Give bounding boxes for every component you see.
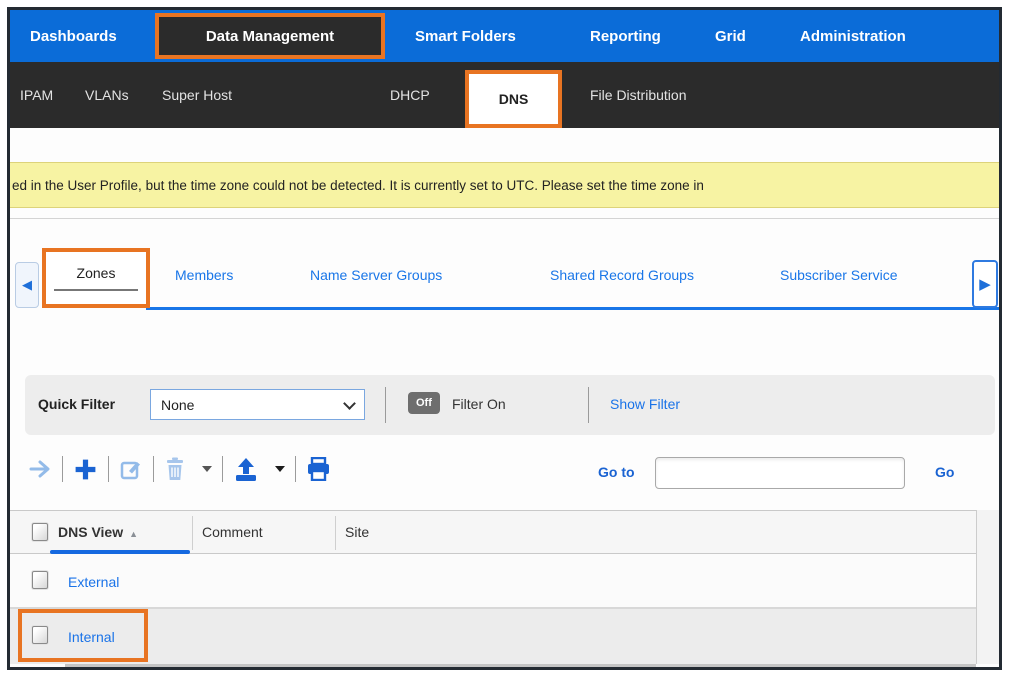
table-row[interactable]: Internal <box>10 609 999 664</box>
nav-dns[interactable]: DNS <box>465 70 562 128</box>
timezone-warning-banner: ed in the User Profile, but the time zon… <box>10 162 999 208</box>
horizontal-scrollbar-thumb[interactable] <box>65 664 976 670</box>
divider <box>192 516 193 550</box>
nav-ipam[interactable]: IPAM <box>20 62 53 128</box>
divider <box>222 456 223 482</box>
print-icon[interactable] <box>306 457 331 481</box>
chevron-right-icon: ▶ <box>979 275 991 293</box>
export-icon[interactable] <box>233 457 259 482</box>
quick-filter-value: None <box>161 397 194 413</box>
select-all-checkbox[interactable] <box>32 523 48 541</box>
delete-icon[interactable] <box>164 457 186 481</box>
filter-toggle-button[interactable]: Off <box>408 392 440 414</box>
divider <box>335 516 336 550</box>
go-button[interactable]: Go <box>935 464 954 480</box>
divider <box>108 456 109 482</box>
toolbar-icons <box>28 456 331 482</box>
nav-dashboards[interactable]: Dashboards <box>30 10 117 62</box>
column-header-label: DNS View <box>58 524 123 540</box>
app-window: Dashboards Data Management Smart Folders… <box>7 7 1002 670</box>
tab-shared-record-groups[interactable]: Shared Record Groups <box>550 267 694 283</box>
chevron-down-icon <box>343 397 356 410</box>
tab-strip-underline <box>146 307 999 310</box>
table-row[interactable]: External <box>10 554 999 609</box>
dns-views-table: DNS View ▲ Comment Site External Internal <box>10 510 999 670</box>
open-arrow-icon[interactable] <box>28 457 52 481</box>
vertical-scrollbar-track[interactable] <box>976 510 999 664</box>
tab-strip: ◀ Zones Members Name Server Groups Share… <box>10 246 999 310</box>
spacer <box>10 218 999 246</box>
sort-ascending-icon: ▲ <box>129 529 138 539</box>
goto-label: Go to <box>598 464 635 480</box>
quick-filter-label: Quick Filter <box>38 396 115 412</box>
spacer <box>10 128 999 162</box>
nav-smart-folders[interactable]: Smart Folders <box>415 10 516 62</box>
banner-text: ed in the User Profile, but the time zon… <box>12 178 704 193</box>
goto-input[interactable] <box>655 457 905 489</box>
horizontal-scrollbar <box>10 664 999 670</box>
nav-reporting[interactable]: Reporting <box>590 10 661 62</box>
primary-nav: Dashboards Data Management Smart Folders… <box>10 10 999 62</box>
divider <box>385 387 386 423</box>
divider <box>153 456 154 482</box>
tab-subscriber-services[interactable]: Subscriber Service <box>780 267 972 283</box>
column-header-comment[interactable]: Comment <box>202 524 263 540</box>
secondary-nav: IPAM VLANs Super Host DHCP DNS File Dist… <box>10 62 999 128</box>
tab-members[interactable]: Members <box>175 267 233 283</box>
delete-dropdown-caret-icon[interactable] <box>202 466 212 472</box>
add-icon[interactable] <box>73 457 98 482</box>
nav-vlans[interactable]: VLANs <box>85 62 129 128</box>
nav-file-distribution[interactable]: File Distribution <box>590 62 686 128</box>
quick-filter-dropdown[interactable]: None <box>150 389 365 420</box>
table-header-row: DNS View ▲ Comment Site <box>10 510 999 554</box>
spacer <box>10 310 999 375</box>
export-dropdown-caret-icon[interactable] <box>275 466 285 472</box>
edit-icon[interactable] <box>119 457 143 481</box>
row-checkbox[interactable] <box>32 571 48 589</box>
divider <box>62 456 63 482</box>
divider <box>10 218 999 219</box>
tab-zones-highlight[interactable]: Zones <box>42 248 150 308</box>
column-header-site[interactable]: Site <box>345 524 369 540</box>
tab-zones[interactable]: Zones <box>54 265 138 291</box>
nav-administration[interactable]: Administration <box>800 10 906 62</box>
nav-data-management[interactable]: Data Management <box>155 13 385 59</box>
nav-super-host[interactable]: Super Host <box>162 62 232 128</box>
table-toolbar: Go to Go <box>10 438 999 510</box>
quick-filter-panel: Quick Filter None Off Filter On Show Fil… <box>25 375 995 435</box>
row-highlight-box <box>18 609 148 662</box>
nav-grid[interactable]: Grid <box>715 10 746 62</box>
tab-scroll-left-button[interactable]: ◀ <box>15 262 39 308</box>
filter-on-label: Filter On <box>452 396 506 412</box>
tab-scroll-right-button[interactable]: ▶ <box>972 260 998 308</box>
divider <box>588 387 589 423</box>
filter-section: Quick Filter None Off Filter On Show Fil… <box>10 375 999 438</box>
tab-name-server-groups[interactable]: Name Server Groups <box>310 267 442 283</box>
show-filter-link[interactable]: Show Filter <box>610 396 680 412</box>
column-header-dns-view[interactable]: DNS View ▲ <box>58 524 138 540</box>
chevron-left-icon: ◀ <box>22 277 32 293</box>
divider <box>295 456 296 482</box>
dns-view-link[interactable]: External <box>68 574 119 590</box>
nav-dhcp[interactable]: DHCP <box>390 62 430 128</box>
